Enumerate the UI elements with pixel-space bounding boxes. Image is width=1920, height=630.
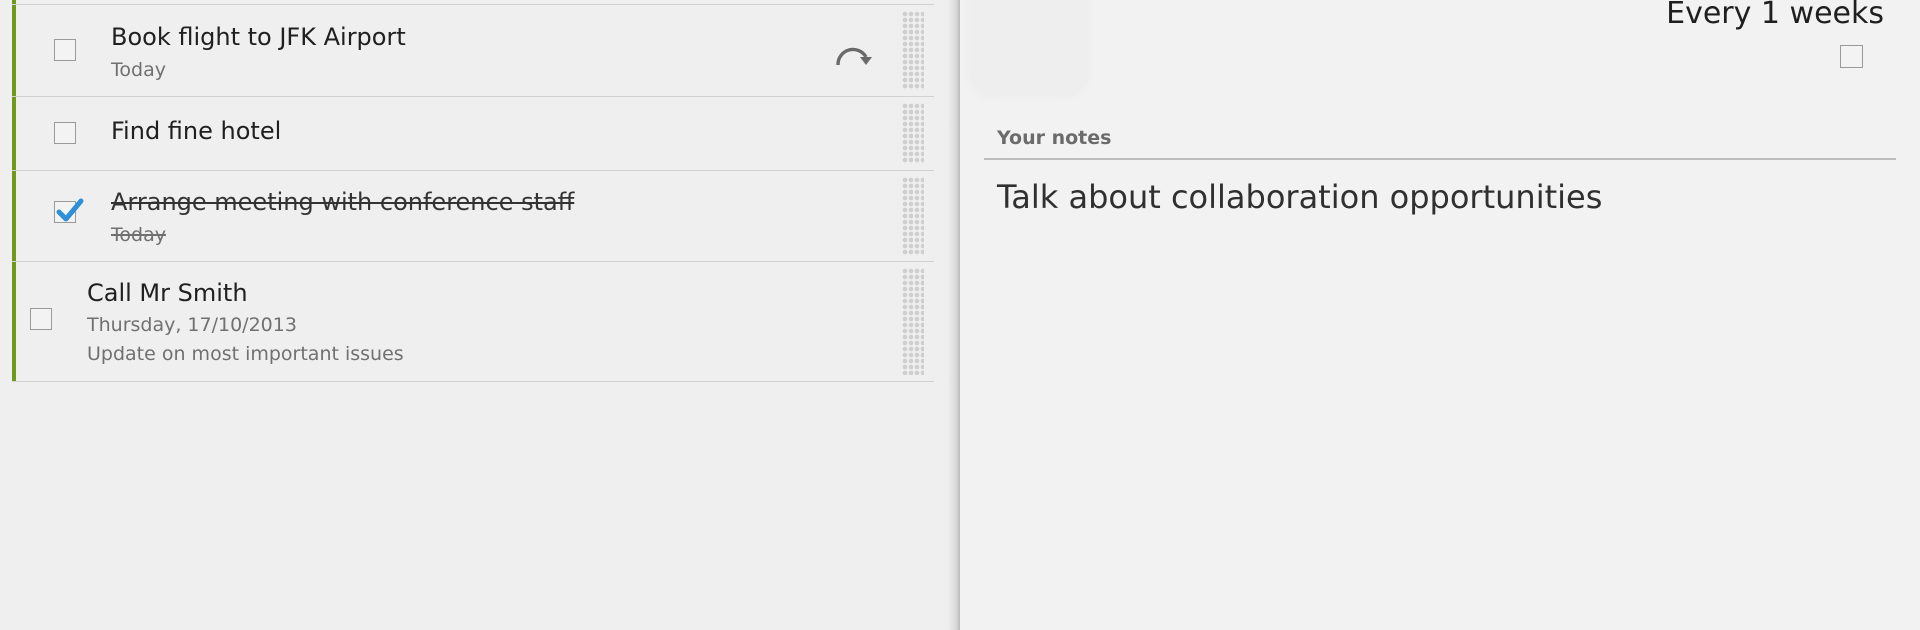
task-checkbox[interactable] [54,39,76,61]
drag-handle[interactable] [902,11,924,90]
list-item[interactable]: Book flight to JFK Airport Today [12,5,934,97]
task-title: Call Mr Smith [87,279,248,307]
checkmark-icon [56,198,84,222]
notes-divider [984,158,1896,160]
drag-handle[interactable] [902,268,924,375]
drag-handle[interactable] [902,177,924,255]
notes-field[interactable]: Talk about collaboration opportunities [997,178,1602,216]
repeat-icon [836,47,872,66]
repeat-checkbox[interactable] [1840,45,1863,68]
task-checkbox[interactable] [30,308,52,330]
task-title: Arrange meeting with conference staff [111,188,575,216]
list-item[interactable]: Arrange meeting with conference staff To… [12,171,934,262]
drag-handle[interactable] [902,103,924,164]
app-window: Book flight to JFK Airport Today Find fi… [0,0,1920,630]
priority-accent [12,5,16,96]
notes-label: Your notes [997,127,1112,149]
priority-accent [12,171,16,261]
priority-accent [12,262,16,381]
list-item[interactable]: Call Mr Smith Thursday, 17/10/2013 Updat… [12,262,934,382]
pane-divider-shadow [948,0,960,630]
priority-accent [12,97,16,170]
list-item[interactable]: Find fine hotel [12,97,934,171]
task-title: Find fine hotel [111,117,282,145]
task-due-date: Today [111,59,166,81]
task-list: Book flight to JFK Airport Today Find fi… [0,0,958,630]
task-due-date: Today [111,224,166,246]
task-checkbox[interactable] [54,198,84,223]
repeat-interval[interactable]: Every 1 weeks [1666,0,1884,31]
faint-background-shape [970,0,1088,96]
task-due-date: Thursday, 17/10/2013 [87,314,297,336]
task-title: Book flight to JFK Airport [111,23,406,51]
task-checkbox[interactable] [54,122,76,144]
task-detail-pane: Every 1 weeks Your notes Talk about coll… [960,0,1920,630]
task-note: Update on most important issues [87,343,404,365]
